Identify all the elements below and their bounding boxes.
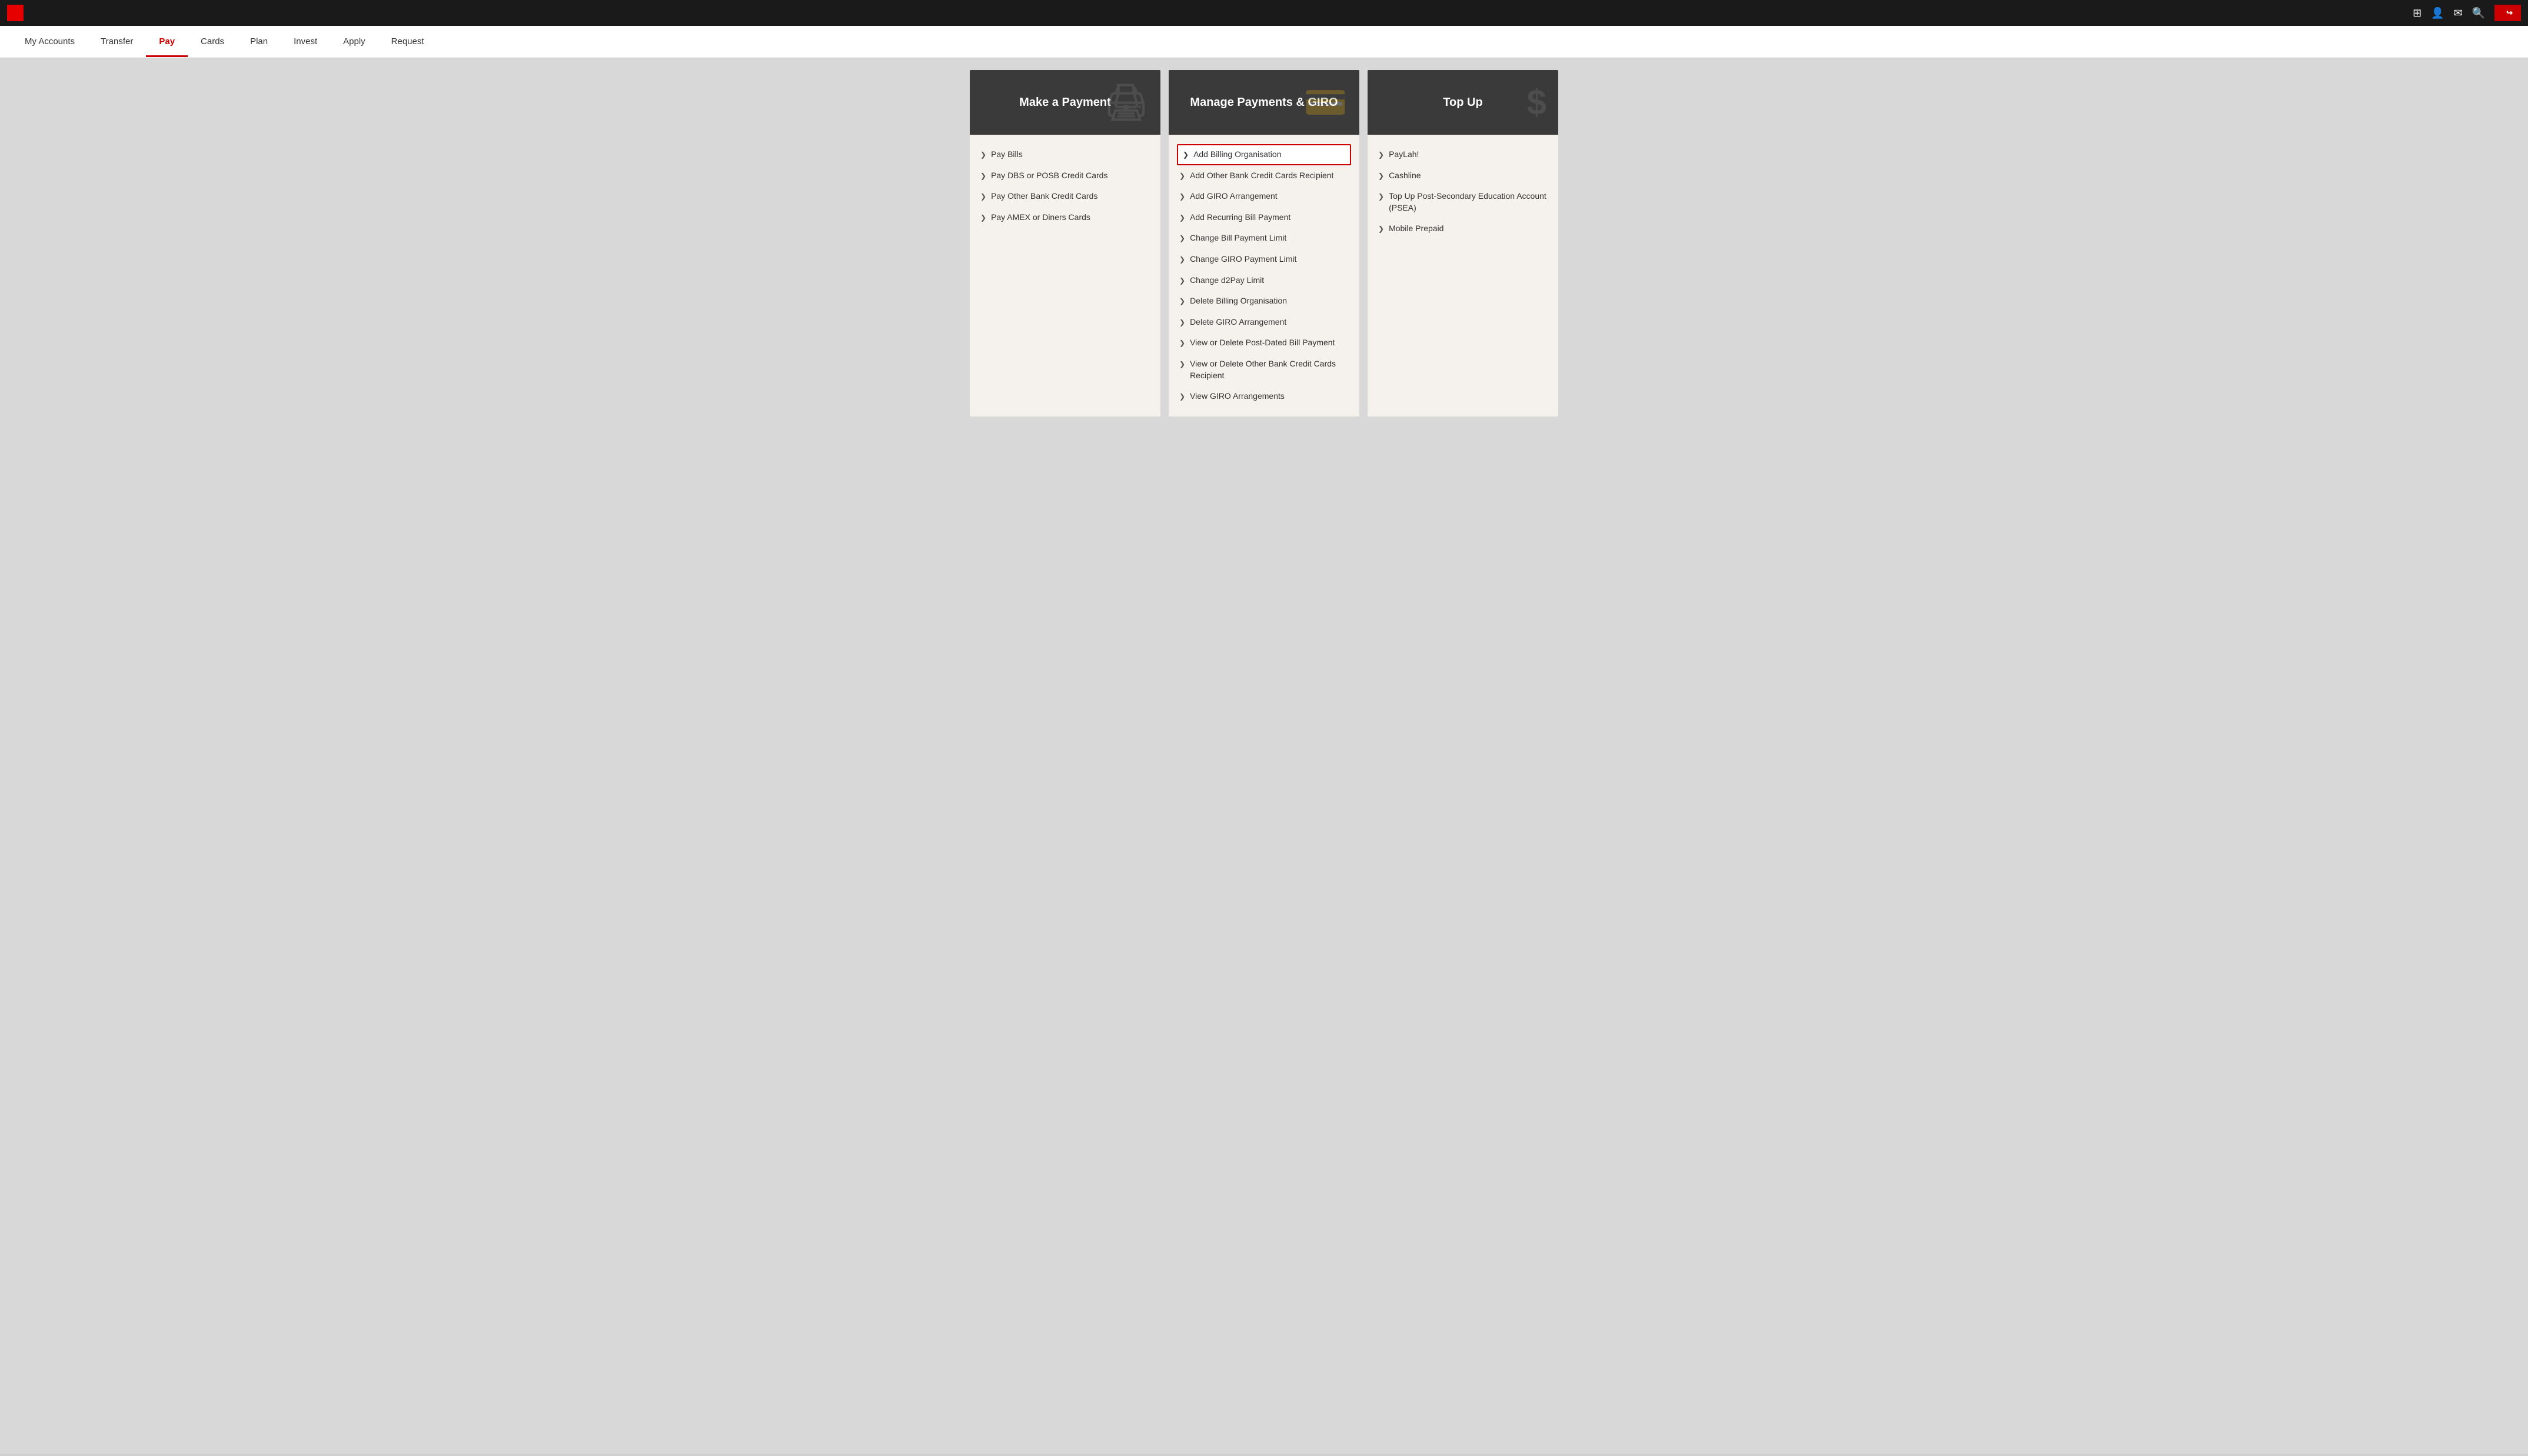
list-item-label: Change Bill Payment Limit [1190, 232, 1286, 244]
list-item[interactable]: ❯ Change Bill Payment Limit [1177, 228, 1351, 249]
list-item[interactable]: ❯ Add GIRO Arrangement [1177, 186, 1351, 207]
chevron-icon: ❯ [1179, 276, 1185, 286]
column-title-top-up: Top Up [1443, 96, 1482, 109]
chevron-icon: ❯ [1183, 150, 1189, 160]
list-item-label: Add Recurring Bill Payment [1190, 212, 1290, 224]
column-body-manage-payments: ❯Add Billing Organisation❯Add Other Bank… [1169, 135, 1359, 417]
list-item-label: Mobile Prepaid [1389, 223, 1443, 235]
list-item[interactable]: ❯ Cashline [1376, 165, 1550, 186]
chevron-icon: ❯ [1179, 392, 1185, 402]
list-item[interactable]: ❯ View or Delete Post-Dated Bill Payment [1177, 332, 1351, 354]
main-content: Make a Payment🖨 ❯ Pay Bills ❯ Pay DBS or POS… [0, 58, 2528, 1454]
chevron-icon: ❯ [980, 192, 986, 202]
column-bg-icon-make-payment: 🖨 [1104, 82, 1149, 124]
list-item[interactable]: ❯ PayLah! [1376, 144, 1550, 165]
chevron-icon: ❯ [980, 150, 986, 160]
list-item-label: Change GIRO Payment Limit [1190, 254, 1296, 265]
list-item-label: Cashline [1389, 170, 1421, 182]
chevron-icon: ❯ [1179, 255, 1185, 265]
chevron-icon: ❯ [1179, 192, 1185, 202]
chevron-icon: ❯ [1179, 338, 1185, 348]
list-item-label: PayLah! [1389, 149, 1419, 161]
list-item-label: Pay AMEX or Diners Cards [991, 212, 1090, 224]
list-item[interactable]: ❯ Change d2Pay Limit [1177, 270, 1351, 291]
mail-icon[interactable]: ✉ [2454, 7, 2463, 19]
chevron-icon: ❯ [1179, 318, 1185, 328]
chevron-icon: ❯ [1179, 296, 1185, 306]
chevron-icon: ❯ [1179, 171, 1185, 181]
list-item[interactable]: ❯ Add Billing Organisation [1177, 144, 1351, 165]
column-top-up: Top Up $ ❯ PayLah! ❯ Cashline ❯ Top Up Post-Sec… [1368, 70, 1558, 417]
chevron-icon: ❯ [1179, 359, 1185, 369]
chevron-icon: ❯ [1378, 192, 1384, 202]
list-item-label: Change d2Pay Limit [1190, 275, 1264, 286]
list-item[interactable]: ❯ Pay AMEX or Diners Cards [978, 207, 1152, 228]
list-item-label: Pay DBS or POSB Credit Cards [991, 170, 1107, 182]
list-item[interactable]: ❯ Change GIRO Payment Limit [1177, 249, 1351, 270]
column-bg-icon-top-up: $ [1527, 82, 1546, 123]
column-manage-payments: Manage Payments & GIRO💳 ❯ Add Billing Orga… [1169, 70, 1359, 417]
chevron-icon: ❯ [1179, 213, 1185, 223]
list-item-label: Delete GIRO Arrangement [1190, 316, 1286, 328]
nav-item-my-accounts[interactable]: My Accounts [12, 26, 88, 57]
list-item-label: Top Up Post-Secondary Education Account … [1389, 191, 1548, 214]
list-item-label: Add Billing Organisation [1193, 149, 1281, 161]
user-icon[interactable]: 👤 [2431, 7, 2444, 19]
list-item[interactable]: ❯ View GIRO Arrangements [1177, 386, 1351, 407]
search-icon[interactable]: 🔍 [2472, 7, 2485, 19]
list-item[interactable]: ❯ Top Up Post-Secondary Education Account… [1376, 186, 1550, 218]
list-item-label: Pay Other Bank Credit Cards [991, 191, 1097, 202]
nav-item-plan[interactable]: Plan [237, 26, 281, 57]
list-item-label: View or Delete Other Bank Credit Cards R… [1190, 358, 1349, 381]
list-item[interactable]: ❯ View or Delete Other Bank Credit Cards … [1177, 354, 1351, 386]
list-item-label: Delete Billing Organisation [1190, 295, 1287, 307]
column-bg-icon-manage-payments: 💳 [1303, 82, 1348, 124]
list-item[interactable]: ❯ Pay DBS or POSB Credit Cards [978, 165, 1152, 186]
column-make-payment: Make a Payment🖨 ❯ Pay Bills ❯ Pay DBS or POS… [970, 70, 1160, 417]
logout-icon: ↪ [2506, 8, 2513, 18]
column-body-make-payment: ❯Pay Bills❯Pay DBS or POSB Credit Cards❯… [970, 135, 1160, 237]
top-bar-icons: ⊞ 👤 ✉ 🔍 ↪ [2413, 5, 2521, 21]
top-bar-left [7, 5, 24, 21]
column-header-manage-payments: Manage Payments & GIRO💳 [1169, 70, 1359, 135]
list-item[interactable]: ❯ Pay Bills [978, 144, 1152, 165]
chevron-icon: ❯ [1378, 224, 1384, 234]
main-navigation: My AccountsTransferPayCardsPlanInvestApp… [0, 26, 2528, 58]
nav-item-cards[interactable]: Cards [188, 26, 237, 57]
close-button[interactable] [7, 5, 24, 21]
chevron-icon: ❯ [980, 171, 986, 181]
list-item-label: Pay Bills [991, 149, 1023, 161]
list-item-label: Add GIRO Arrangement [1190, 191, 1278, 202]
list-item[interactable]: ❯ Add Recurring Bill Payment [1177, 207, 1351, 228]
list-item-label: Add Other Bank Credit Cards Recipient [1190, 170, 1333, 182]
nav-item-transfer[interactable]: Transfer [88, 26, 146, 57]
nav-item-request[interactable]: Request [378, 26, 437, 57]
column-title-make-payment: Make a Payment [1019, 96, 1111, 109]
chevron-icon: ❯ [980, 213, 986, 223]
list-item[interactable]: ❯ Delete GIRO Arrangement [1177, 312, 1351, 333]
list-item[interactable]: ❯ Delete Billing Organisation [1177, 291, 1351, 312]
nav-item-apply[interactable]: Apply [330, 26, 378, 57]
list-item[interactable]: ❯ Add Other Bank Credit Cards Recipient [1177, 165, 1351, 186]
list-item[interactable]: ❯ Pay Other Bank Credit Cards [978, 186, 1152, 207]
network-icon[interactable]: ⊞ [2413, 7, 2421, 19]
column-header-make-payment: Make a Payment🖨 [970, 70, 1160, 135]
column-body-top-up: ❯ PayLah! ❯ Cashline ❯ Top Up Post-Secondary … [1368, 135, 1558, 249]
top-bar: ⊞ 👤 ✉ 🔍 ↪ [0, 0, 2528, 26]
chevron-icon: ❯ [1378, 150, 1384, 160]
columns-container: Make a Payment🖨 ❯ Pay Bills ❯ Pay DBS or POS… [970, 70, 1558, 417]
list-item[interactable]: ❯ Mobile Prepaid [1376, 218, 1550, 239]
chevron-icon: ❯ [1378, 171, 1384, 181]
list-item-label: View or Delete Post-Dated Bill Payment [1190, 337, 1335, 349]
column-header-top-up: Top Up $ [1368, 70, 1558, 135]
nav-item-invest[interactable]: Invest [281, 26, 330, 57]
nav-item-pay[interactable]: Pay [146, 26, 188, 57]
chevron-icon: ❯ [1179, 234, 1185, 244]
list-item-label: View GIRO Arrangements [1190, 391, 1285, 402]
logout-button[interactable]: ↪ [2494, 5, 2521, 21]
